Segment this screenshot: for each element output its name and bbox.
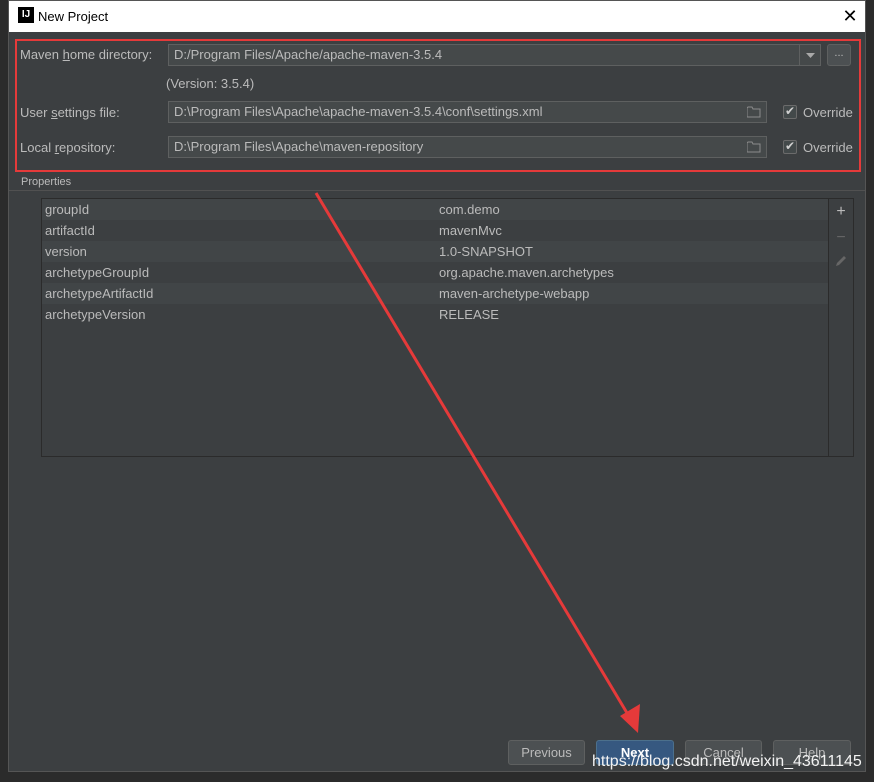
property-value: maven-archetype-webapp: [439, 286, 590, 301]
user-settings-value: D:\Program Files\Apache\apache-maven-3.5…: [174, 104, 543, 119]
add-icon[interactable]: +: [829, 202, 853, 222]
settings-override-checkbox[interactable]: ✔: [783, 104, 797, 119]
properties-toolbar: + −: [829, 198, 854, 457]
property-value: mavenMvc: [439, 223, 502, 238]
property-key: groupId: [45, 202, 90, 217]
section-divider: [9, 190, 865, 191]
maven-home-select[interactable]: D:/Program Files/Apache/apache-maven-3.5…: [168, 44, 821, 66]
watermark-text: https://blog.csdn.net/weixin_43611145: [592, 753, 862, 770]
background-status-bar: [0, 772, 874, 782]
background-editor: [0, 0, 8, 772]
property-key: archetypeArtifactId: [45, 286, 154, 301]
title-bar: IJ New Project ✕: [9, 1, 865, 32]
property-value: 1.0-SNAPSHOT: [439, 244, 533, 259]
close-button[interactable]: ✕: [835, 1, 865, 32]
property-value: RELEASE: [439, 307, 499, 322]
local-repository-value: D:\Program Files\Apache\maven-repository: [174, 139, 424, 154]
local-repository-label: Local repository:: [20, 140, 116, 155]
property-value: com.demo: [439, 202, 500, 217]
folder-icon[interactable]: [747, 106, 761, 118]
properties-table[interactable]: groupId com.demo artifactId mavenMvc versi…: [41, 198, 829, 457]
table-row[interactable]: groupId com.demo: [42, 199, 828, 220]
previous-button[interactable]: Previous: [508, 740, 585, 765]
table-row[interactable]: archetypeGroupId org.apache.maven.archety…: [42, 262, 828, 283]
maven-version-text: (Version: 3.5.4): [166, 76, 255, 91]
table-row[interactable]: archetypeVersion RELEASE: [42, 304, 828, 325]
new-project-dialog: IJ New Project ✕ Maven home directory: D…: [8, 0, 866, 772]
checkmark-icon: ✔: [785, 139, 796, 153]
folder-icon[interactable]: [747, 141, 761, 153]
browse-maven-home-button[interactable]: ...: [827, 44, 851, 66]
edit-icon[interactable]: [829, 254, 853, 274]
property-value: org.apache.maven.archetypes: [439, 265, 614, 280]
repo-override-label: Override: [803, 140, 853, 155]
table-row[interactable]: artifactId mavenMvc: [42, 220, 828, 241]
property-key: version: [45, 244, 87, 259]
repo-override-checkbox[interactable]: ✔: [783, 139, 797, 154]
chevron-down-icon[interactable]: [799, 45, 820, 65]
local-repository-input[interactable]: D:\Program Files\Apache\maven-repository: [168, 136, 767, 158]
remove-icon[interactable]: −: [829, 228, 853, 248]
table-row[interactable]: archetypeArtifactId maven-archetype-webap…: [42, 283, 828, 304]
property-key: archetypeVersion: [45, 307, 146, 322]
user-settings-input[interactable]: D:\Program Files\Apache\apache-maven-3.5…: [168, 101, 767, 123]
property-key: artifactId: [45, 223, 95, 238]
maven-home-label: Maven home directory:: [20, 47, 153, 62]
table-row[interactable]: version 1.0-SNAPSHOT: [42, 241, 828, 262]
user-settings-label: User settings file:: [20, 105, 120, 120]
intellij-app-icon: IJ: [18, 7, 34, 23]
maven-home-value: D:/Program Files/Apache/apache-maven-3.5…: [174, 47, 443, 62]
settings-override-label: Override: [803, 105, 853, 120]
dialog-title: New Project: [38, 9, 109, 24]
property-key: archetypeGroupId: [45, 265, 150, 280]
properties-title: Properties: [21, 176, 72, 188]
checkmark-icon: ✔: [785, 104, 796, 118]
